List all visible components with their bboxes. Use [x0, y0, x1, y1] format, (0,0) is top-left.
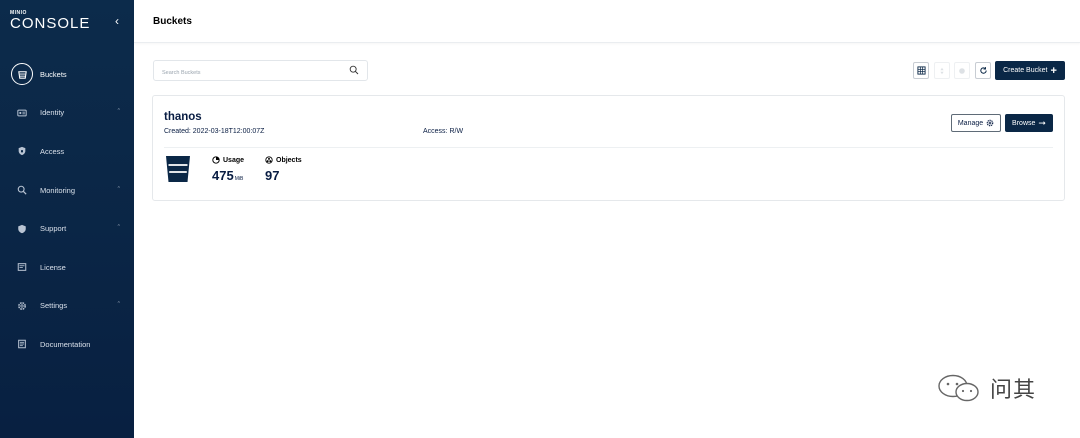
sidebar-item-access[interactable]: Access [0, 132, 134, 171]
card-divider [164, 147, 1053, 148]
sidebar-nav: Buckets Identity ˆ Access Monitoring ˆ S… [0, 55, 134, 364]
chevron-up-icon: ˆ [117, 302, 120, 310]
sidebar-item-settings[interactable]: Settings ˆ [0, 287, 134, 326]
objects-value: 97 [265, 168, 280, 183]
shield-icon [16, 223, 28, 235]
bucket-access: Access: R/W [423, 128, 464, 135]
bucket-icon [11, 63, 33, 86]
search-input[interactable] [154, 63, 334, 83]
sidebar-item-label: Identity [40, 108, 65, 118]
wechat-watermark: 问其 [934, 372, 1036, 404]
search-box [153, 60, 368, 83]
minio-console-logo[interactable]: MINIO CONSOLE [10, 10, 90, 31]
sidebar-item-label: License [40, 262, 66, 272]
sidebar-item-license[interactable]: License [0, 248, 134, 287]
sidebar-item-buckets[interactable]: Buckets [0, 55, 134, 94]
replication-icon [959, 67, 965, 74]
objects-icon [265, 156, 273, 164]
usage-unit: MiB [234, 176, 244, 182]
usage-label: Usage [223, 156, 245, 164]
grid-icon [916, 66, 926, 75]
create-bucket-label: Create Bucket [1003, 67, 1048, 74]
chevron-up-icon: ˆ [117, 186, 120, 194]
search-icon[interactable] [349, 65, 359, 75]
refresh-button[interactable] [975, 62, 991, 79]
usage-value: 475 [212, 168, 234, 183]
gear-icon [16, 300, 28, 312]
sidebar-item-label: Access [40, 146, 65, 156]
objects-metric: Objects 97 [265, 156, 302, 183]
wechat-icon [938, 374, 979, 402]
chevron-up-icon: ˆ [117, 109, 120, 117]
bucket-icon [166, 156, 190, 182]
search-chart-icon [16, 184, 28, 196]
collapse-sidebar-button[interactable]: ‹ [115, 14, 119, 28]
watermark-text: 问其 [990, 377, 1037, 402]
document-icon [16, 338, 28, 350]
bucket-card[interactable]: thanos Created: 2022-03-18T12:00:07Z Acc… [152, 95, 1065, 201]
sidebar-item-monitoring[interactable]: Monitoring ˆ [0, 171, 134, 210]
sidebar-item-label: Documentation [40, 339, 91, 349]
logo-product: CONSOLE [10, 15, 91, 32]
plus-icon: + [1050, 64, 1057, 77]
sidebar-item-label: Buckets [40, 69, 67, 79]
chevron-up-icon: ˆ [117, 225, 120, 233]
grid-view-button[interactable] [913, 62, 929, 79]
gear-icon [986, 119, 994, 127]
license-icon [16, 261, 28, 273]
sidebar-item-label: Settings [40, 301, 68, 311]
set-lifecycle-button[interactable] [934, 62, 950, 79]
objects-label: Objects [276, 156, 302, 164]
browse-label: Browse [1012, 119, 1036, 127]
bucket-created: Created: 2022-03-18T12:00:07Z [164, 128, 265, 135]
create-bucket-button[interactable]: Create Bucket + [995, 61, 1065, 80]
arrow-right-icon: ➞ [1038, 118, 1046, 128]
sidebar-item-documentation[interactable]: Documentation [0, 325, 134, 364]
identity-icon [16, 107, 28, 119]
sidebar-item-label: Monitoring [40, 185, 76, 195]
sidebar: MINIO CONSOLE ‹ Buckets Identity ˆ Acces… [0, 0, 134, 438]
replication-button[interactable] [954, 62, 970, 79]
sidebar-item-identity[interactable]: Identity ˆ [0, 94, 134, 133]
bucket-name[interactable]: thanos [164, 111, 202, 123]
sidebar-item-support[interactable]: Support ˆ [0, 209, 134, 248]
page-title: Buckets [153, 16, 192, 27]
lifecycle-icon [940, 67, 944, 74]
browse-button[interactable]: Browse ➞ [1005, 114, 1053, 132]
refresh-icon [979, 67, 987, 74]
usage-metric: Usage 475MiB [212, 156, 244, 183]
sidebar-item-label: Support [40, 224, 67, 234]
manage-button[interactable]: Manage [951, 114, 1001, 132]
top-bar: Buckets [134, 0, 1080, 43]
pie-chart-icon [212, 156, 220, 164]
lock-icon [16, 145, 28, 157]
manage-label: Manage [957, 119, 984, 127]
